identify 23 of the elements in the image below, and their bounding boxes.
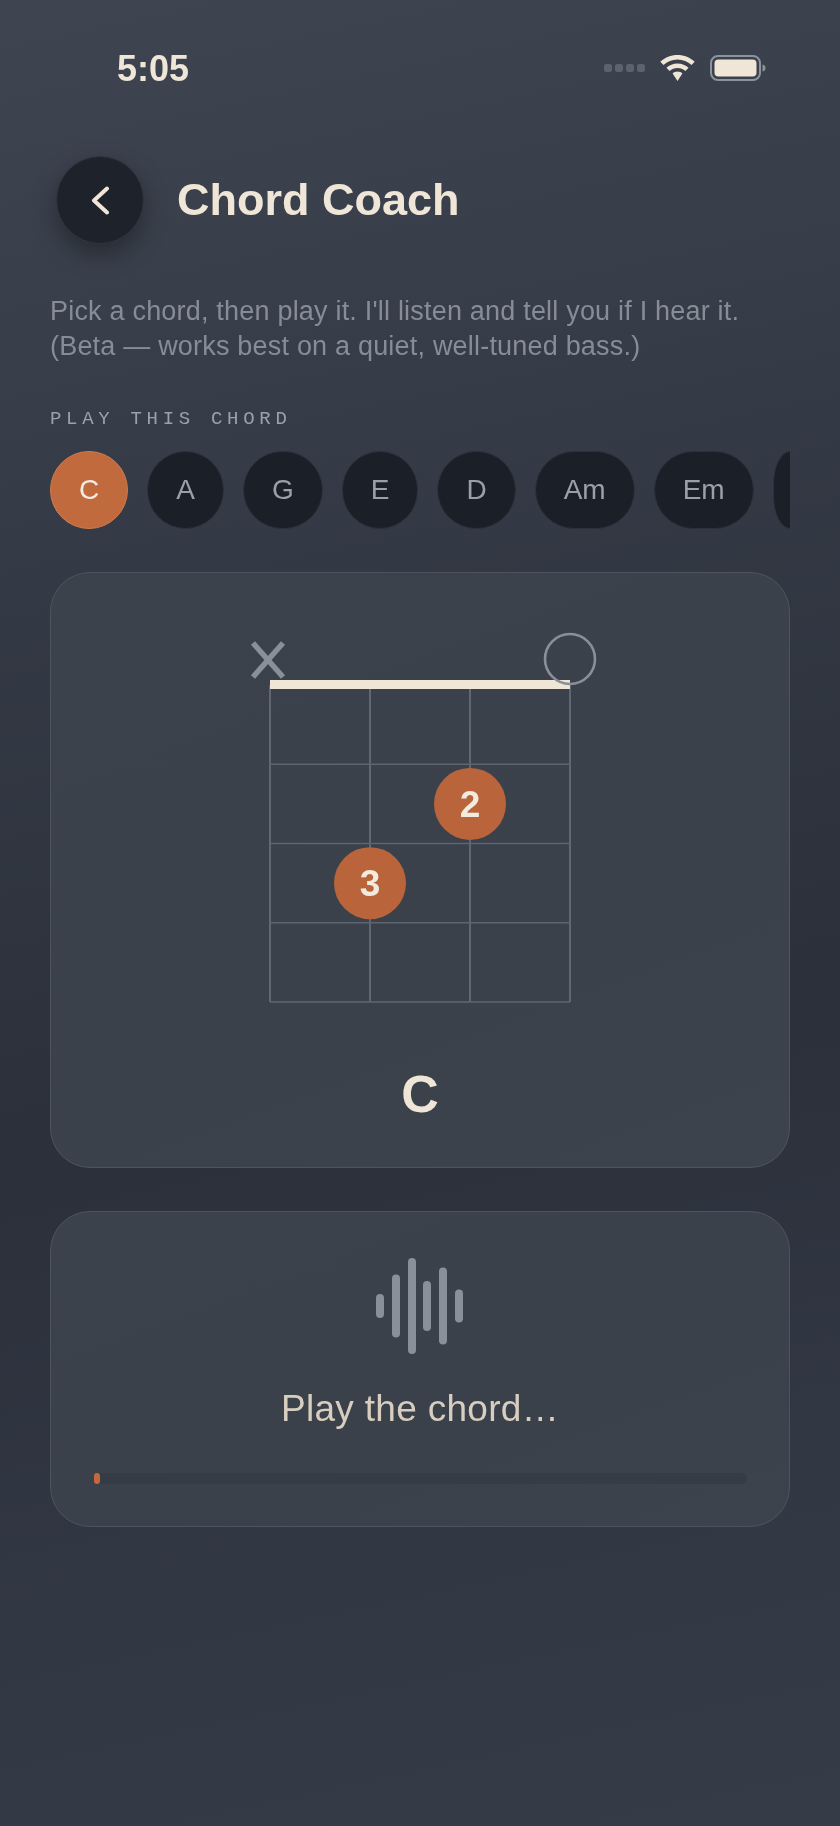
waveform-icon [376,1258,464,1354]
beta-note: (Beta — works best on a quiet, well-tuned bass.) [50,330,641,363]
chevron-left-icon [90,185,110,215]
battery-icon [710,55,766,81]
description-text: Pick a chord, then play it. I'll listen and tell you if I hear it. [50,295,740,328]
chord-chip[interactable]: G [242,451,323,529]
finger-dot: 3 [334,847,406,920]
listening-status: Play the chord… [281,1387,559,1431]
open-string-icon [543,632,597,686]
chord-chip[interactable]: Am [534,451,635,529]
chord-chip[interactable]: D [437,451,516,529]
page-title: Chord Coach [177,173,460,227]
wifi-icon [660,55,695,81]
chord-chip[interactable]: C [50,451,129,529]
chord-chip[interactable]: A [147,451,224,529]
section-label: PLAY THIS CHORD [50,408,292,430]
chord-chip[interactable]: Em [653,451,754,529]
chord-name: C [401,1064,439,1124]
muted-string-icon [250,641,286,679]
finger-dot: 2 [434,767,506,840]
status-time: 5:05 [117,49,190,89]
cellular-signal-icon [604,64,645,72]
chord-chip[interactable]: E [341,451,419,529]
